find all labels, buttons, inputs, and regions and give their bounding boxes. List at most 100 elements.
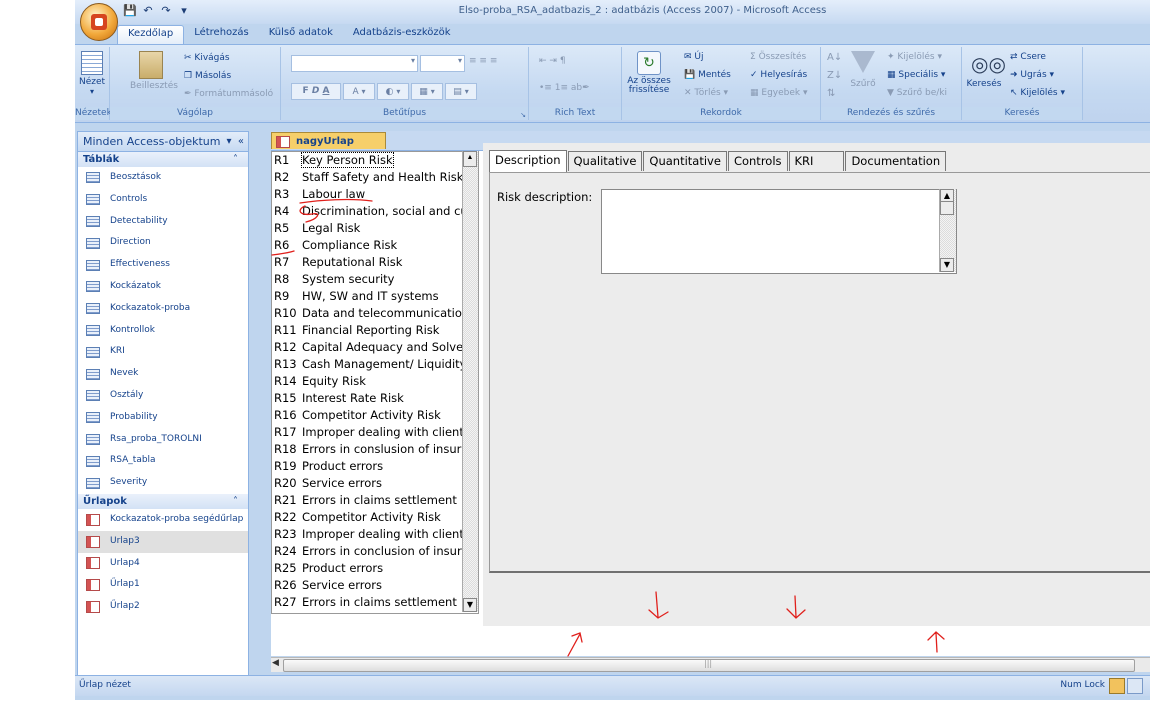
bold-italic-underline-buttons[interactable]: F D A <box>291 83 341 100</box>
dialog-launcher-icon[interactable]: ↘ <box>520 111 526 119</box>
goto-button[interactable]: ➜ Ugrás ▾ <box>1010 70 1054 80</box>
horizontal-scroll-thumb[interactable]: ||| <box>283 659 1135 672</box>
list-buttons[interactable]: •≡ 1≡ ab✒ <box>539 83 590 93</box>
fill-color-button[interactable]: ◐ ▾ <box>377 83 409 100</box>
risk-list-row[interactable]: R2 Staff Safety and Health Risk <box>272 169 478 186</box>
nav-table-item[interactable]: Kockazatok-proba <box>78 298 248 320</box>
office-button[interactable] <box>80 3 118 41</box>
nav-table-item[interactable]: Kontrollok <box>78 320 248 342</box>
risk-list-row[interactable]: R5 Legal Risk <box>272 220 478 237</box>
scroll-left-arrow-icon[interactable]: ◀ <box>272 658 279 668</box>
spelling-button[interactable]: ✓ Helyesírás <box>750 70 807 80</box>
risk-list-row[interactable]: R23 Improper dealing with clients <box>272 526 478 543</box>
risk-description-field[interactable] <box>601 189 957 274</box>
collapse-pane-icon[interactable]: « <box>238 136 244 147</box>
filter-button[interactable]: Szűrő <box>845 51 881 89</box>
risk-list-scrollbar[interactable]: ▲ ▼ <box>462 151 478 612</box>
save-record-button[interactable]: 💾 Mentés <box>684 70 731 80</box>
nav-form-item[interactable]: Űrlap2 <box>78 596 248 618</box>
risk-list-row[interactable]: R8 System security <box>272 271 478 288</box>
alt-row-color-button[interactable]: ▤ ▾ <box>445 83 477 100</box>
nav-form-item[interactable]: Urlap3 <box>78 530 248 553</box>
risk-list-row[interactable]: R7 Reputational Risk <box>272 254 478 271</box>
risk-list-row[interactable]: R4 Discrimination, social and cul <box>272 203 478 220</box>
gridlines-button[interactable]: ▦ ▾ <box>411 83 443 100</box>
risk-list-row[interactable]: R6 Compliance Risk <box>272 237 478 254</box>
risk-list-row[interactable]: R9 HW, SW and IT systems <box>272 288 478 305</box>
more-button[interactable]: ▦ Egyebek ▾ <box>750 88 808 98</box>
font-size-combo[interactable]: ▾ <box>420 55 465 72</box>
new-record-button[interactable]: ✉ Új <box>684 52 704 62</box>
select-button[interactable]: ↖ Kijelölés ▾ <box>1010 88 1065 98</box>
risk-list-row[interactable]: R15 Interest Rate Risk <box>272 390 478 407</box>
risk-list-row[interactable]: R10 Data and telecommunication: <box>272 305 478 322</box>
risk-list-row[interactable]: R12 Capital Adequacy and Solvenc <box>272 339 478 356</box>
risk-list-row[interactable]: R27 Errors in claims settlement <box>272 594 478 611</box>
totals-button[interactable]: Σ Összesítés <box>750 52 806 62</box>
risk-list-row[interactable]: R13 Cash Management/ Liquidity <box>272 356 478 373</box>
nav-table-item[interactable]: Rsa_proba_TOROLNI <box>78 429 248 451</box>
risk-list-row[interactable]: R17 Improper dealing with clients <box>272 424 478 441</box>
find-button[interactable]: ◎◎ Keresés <box>964 51 1006 89</box>
italic-button[interactable]: D <box>312 86 319 96</box>
risk-list-row[interactable]: R21 Errors in claims settlement <box>272 492 478 509</box>
scroll-down-arrow-icon[interactable]: ▼ <box>463 598 477 612</box>
clear-sort-button[interactable]: ⇅ <box>827 88 835 99</box>
tab-description[interactable]: Description <box>489 150 567 172</box>
tab-kri[interactable]: KRI <box>788 151 845 171</box>
form-horizontal-scrollbar[interactable]: ◀ ||| <box>271 657 1150 672</box>
advanced-filter-button[interactable]: ▦ Speciális ▾ <box>887 70 945 80</box>
selection-filter-button[interactable]: ✦ Kijelölés ▾ <box>887 52 942 62</box>
scroll-thumb[interactable] <box>463 159 477 167</box>
risk-list-row[interactable]: R14 Equity Risk <box>272 373 478 390</box>
tab-quantitative[interactable]: Quantitative <box>643 151 727 171</box>
nav-pane-controls[interactable]: ▾ « <box>226 132 244 151</box>
cut-button[interactable]: ✂ Kivágás <box>184 53 230 63</box>
nav-table-item[interactable]: Direction <box>78 232 248 254</box>
nav-section-forms[interactable]: Űrlapok ˄ <box>78 493 248 509</box>
tab-documentation[interactable]: Documentation <box>845 151 947 171</box>
risk-list-row[interactable]: R18 Errors in conslusion of insurar <box>272 441 478 458</box>
tab-create[interactable]: Létrehozás <box>184 25 259 44</box>
nav-section-tables[interactable]: Táblák ˄ <box>78 152 248 167</box>
nav-table-item[interactable]: KRI <box>78 341 248 363</box>
tab-home[interactable]: Kezdőlap <box>117 25 185 45</box>
nav-table-item[interactable]: Beosztások <box>78 167 248 189</box>
tab-database-tools[interactable]: Adatbázis-eszközök <box>343 25 461 44</box>
chevron-down-icon[interactable]: ▾ <box>226 136 231 147</box>
nav-form-item[interactable]: Kockazatok-proba segédűrlap <box>78 509 248 531</box>
nav-table-item[interactable]: Detectability <box>78 211 248 233</box>
refresh-all-button[interactable]: ↻ Az összes frissítése <box>626 51 672 95</box>
collapse-section-icon[interactable]: ˄ <box>233 152 238 167</box>
risk-description-scrollbar[interactable]: ▲ ▼ <box>939 189 956 272</box>
risk-list-row[interactable]: R16 Competitor Activity Risk <box>272 407 478 424</box>
risk-list-row[interactable]: R1 Key Person Risk <box>272 152 478 169</box>
risk-list-row[interactable]: R19 Product errors <box>272 458 478 475</box>
form-view-button[interactable] <box>1109 678 1125 694</box>
replace-button[interactable]: ⇄ Csere <box>1010 52 1046 62</box>
bold-button[interactable]: F <box>303 86 309 96</box>
scroll-down-arrow-icon[interactable]: ▼ <box>940 258 954 272</box>
risk-list-row[interactable]: R22 Competitor Activity Risk <box>272 509 478 526</box>
tab-external-data[interactable]: Külső adatok <box>259 25 343 44</box>
tab-controls[interactable]: Controls <box>727 151 788 171</box>
tab-qualitative[interactable]: Qualitative <box>567 151 643 171</box>
indent-buttons[interactable]: ⇤ ⇥ ¶ <box>539 56 566 66</box>
font-name-combo[interactable]: ▾ <box>291 55 418 72</box>
sort-asc-button[interactable]: A↓ <box>827 52 842 63</box>
risk-list-row[interactable]: R3 Labour law <box>272 186 478 203</box>
document-tab-nagyurlap[interactable]: nagyUrlap <box>271 132 386 149</box>
underline-button[interactable]: A <box>322 86 329 96</box>
nav-table-item[interactable]: Severity <box>78 472 248 494</box>
format-painter-button[interactable]: ✒ Formátummásoló <box>184 89 273 99</box>
align-buttons[interactable]: ≡ ≡ ≡ <box>469 56 497 66</box>
copy-button[interactable]: ❐ Másolás <box>184 71 231 81</box>
view-button[interactable]: Nézet ▾ <box>78 51 106 97</box>
paste-button[interactable]: Beillesztés <box>130 51 178 91</box>
layout-view-button[interactable] <box>1127 678 1143 694</box>
risk-list-row[interactable]: R26 Service errors <box>272 577 478 594</box>
sort-desc-button[interactable]: Z↓ <box>827 70 842 81</box>
risk-list-row[interactable]: R25 Product errors <box>272 560 478 577</box>
nav-table-item[interactable]: Osztály <box>78 385 248 407</box>
risk-list-box[interactable]: R1 Key Person Risk R2 Staff Safety and Heal… <box>271 151 479 614</box>
